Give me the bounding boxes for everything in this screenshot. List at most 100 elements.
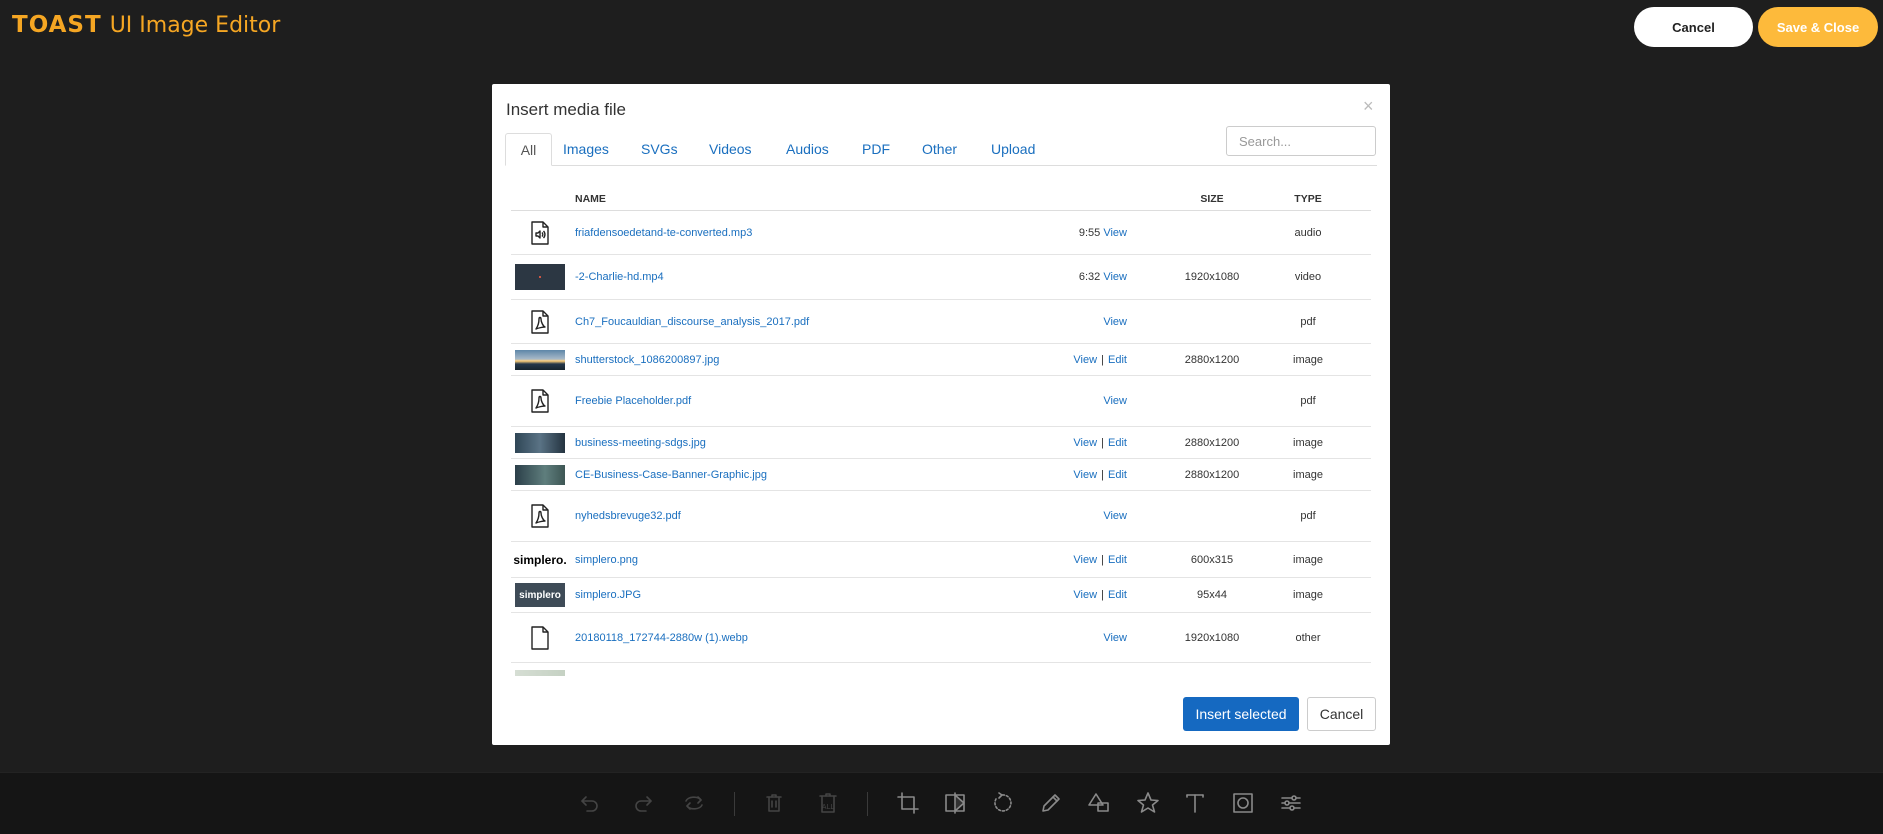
header-cancel-button[interactable]: Cancel: [1634, 7, 1753, 47]
file-actions: View: [1103, 510, 1127, 522]
table-row[interactable]: shutterstock_1086200897.jpg View | Edit …: [511, 344, 1371, 376]
thumbnail-text: simplero.: [513, 552, 567, 567]
table-row[interactable]: -2-Charlie-hd.mp4 6:32 View 1920x1080 vi…: [511, 255, 1371, 300]
file-size: 600x315: [1190, 553, 1234, 566]
view-link[interactable]: View: [1103, 510, 1127, 522]
text-icon[interactable]: [1182, 790, 1208, 816]
delete-icon[interactable]: [761, 790, 787, 816]
table-row[interactable]: CE-Business-Case-Banner-Graphic.jpg View…: [511, 459, 1371, 491]
view-link[interactable]: View: [1073, 589, 1097, 601]
draw-icon[interactable]: [1038, 790, 1064, 816]
audio-file-icon: [515, 220, 565, 245]
edit-link[interactable]: Edit: [1108, 354, 1127, 366]
view-link[interactable]: View: [1103, 395, 1127, 407]
logo-title: UI Image Editor: [109, 12, 281, 38]
file-actions: 6:32 View: [1079, 271, 1127, 283]
redo-icon[interactable]: [630, 790, 656, 816]
image-thumbnail: [515, 349, 565, 370]
tab-images[interactable]: Images: [563, 133, 609, 166]
file-name-link[interactable]: 20180118_172744-2880w (1).webp: [575, 632, 748, 644]
file-type: image: [1293, 589, 1323, 601]
thumbnail-text: simplero: [515, 583, 565, 607]
video-thumbnail: [515, 264, 565, 290]
file-size: 1920x1080: [1184, 271, 1240, 283]
file-type: video: [1294, 271, 1322, 283]
flip-icon[interactable]: [942, 790, 968, 816]
file-type: image: [1293, 353, 1323, 366]
table-row[interactable]: 20180118_172744-2880w (1).webp View 1920…: [511, 613, 1371, 663]
file-type: pdf: [1300, 315, 1316, 328]
view-link[interactable]: View: [1073, 554, 1097, 566]
pdf-file-icon: [515, 309, 565, 334]
file-type: image: [1293, 553, 1323, 566]
edit-link[interactable]: Edit: [1108, 589, 1127, 601]
file-actions: View: [1103, 395, 1127, 407]
table-row[interactable]: [511, 663, 1371, 691]
file-actions: View: [1103, 632, 1127, 644]
edit-link[interactable]: Edit: [1108, 437, 1127, 449]
view-link[interactable]: View: [1073, 469, 1097, 481]
table-row[interactable]: simplero simplero.JPG View | Edit 95x44 …: [511, 578, 1371, 613]
table-row[interactable]: nyhedsbrevuge32.pdf View pdf: [511, 491, 1371, 542]
icon-tool-icon[interactable]: [1135, 790, 1161, 816]
image-thumbnail: [515, 432, 565, 453]
crop-icon[interactable]: [895, 790, 921, 816]
edit-link[interactable]: Edit: [1108, 469, 1127, 481]
table-row[interactable]: business-meeting-sdgs.jpg View | Edit 28…: [511, 427, 1371, 459]
pdf-file-icon: [515, 504, 565, 528]
tab-svgs[interactable]: SVGs: [641, 133, 678, 166]
reset-icon[interactable]: [681, 790, 707, 816]
view-link[interactable]: View: [1073, 354, 1097, 366]
file-actions: View | Edit: [1073, 436, 1127, 449]
table-row[interactable]: Freebie Placeholder.pdf View pdf: [511, 376, 1371, 427]
file-actions: View | Edit: [1073, 553, 1127, 566]
file-name-link[interactable]: shutterstock_1086200897.jpg: [575, 354, 719, 366]
tab-upload[interactable]: Upload: [991, 133, 1035, 166]
file-size: 2880x1200: [1184, 468, 1240, 481]
toolbar-divider: [734, 792, 735, 816]
tab-videos[interactable]: Videos: [709, 133, 752, 166]
file-name-link[interactable]: nyhedsbrevuge32.pdf: [575, 510, 681, 522]
delete-all-icon[interactable]: ALL: [815, 790, 841, 816]
view-link[interactable]: View: [1103, 271, 1127, 283]
filter-icon[interactable]: [1278, 790, 1304, 816]
edit-link[interactable]: Edit: [1108, 554, 1127, 566]
tab-all[interactable]: All: [505, 133, 552, 166]
tab-pdf[interactable]: PDF: [862, 133, 890, 166]
table-row[interactable]: friafdensoedetand-te-converted.mp3 9:55 …: [511, 211, 1371, 255]
image-thumbnail: simplero: [515, 583, 565, 607]
file-name-link[interactable]: -2-Charlie-hd.mp4: [575, 271, 664, 283]
dialog-title: Insert media file: [506, 100, 626, 119]
view-link[interactable]: View: [1103, 316, 1127, 328]
file-name-link[interactable]: friafdensoedetand-te-converted.mp3: [575, 227, 752, 239]
media-table: NAME SIZE TYPE friafdensoedetand-te-conv…: [511, 183, 1371, 691]
save-and-close-button[interactable]: Save & Close: [1758, 7, 1878, 47]
rotate-icon[interactable]: [990, 790, 1016, 816]
insert-selected-button[interactable]: Insert selected: [1183, 697, 1299, 731]
file-type: audio: [1294, 226, 1322, 239]
file-icon: [515, 625, 565, 650]
file-name-link[interactable]: Freebie Placeholder.pdf: [575, 395, 691, 407]
file-name-link[interactable]: Ch7_Foucauldian_discourse_analysis_2017.…: [575, 316, 809, 328]
insert-media-dialog: Insert media file × All Images SVGs Vide…: [492, 84, 1390, 745]
view-link[interactable]: View: [1073, 437, 1097, 449]
mask-icon[interactable]: [1230, 790, 1256, 816]
dialog-cancel-button[interactable]: Cancel: [1307, 697, 1376, 731]
file-actions: 9:55 View: [1079, 227, 1127, 239]
tab-other[interactable]: Other: [922, 133, 957, 166]
close-icon[interactable]: ×: [1363, 96, 1374, 117]
table-row[interactable]: simplero. simplero.png View | Edit 600x3…: [511, 542, 1371, 578]
file-name-link[interactable]: simplero.JPG: [575, 589, 641, 601]
shape-icon[interactable]: [1086, 790, 1112, 816]
file-name-link[interactable]: business-meeting-sdgs.jpg: [575, 437, 706, 449]
file-name-link[interactable]: CE-Business-Case-Banner-Graphic.jpg: [575, 469, 767, 481]
file-size: 2880x1200: [1184, 353, 1240, 366]
app-logo: TOAST UI Image Editor: [12, 12, 280, 38]
table-row[interactable]: Ch7_Foucauldian_discourse_analysis_2017.…: [511, 300, 1371, 344]
tab-audios[interactable]: Audios: [786, 133, 829, 166]
view-link[interactable]: View: [1103, 227, 1127, 239]
undo-icon[interactable]: [577, 790, 603, 816]
file-name-link[interactable]: simplero.png: [575, 554, 638, 566]
file-type: pdf: [1300, 395, 1316, 407]
view-link[interactable]: View: [1103, 632, 1127, 644]
